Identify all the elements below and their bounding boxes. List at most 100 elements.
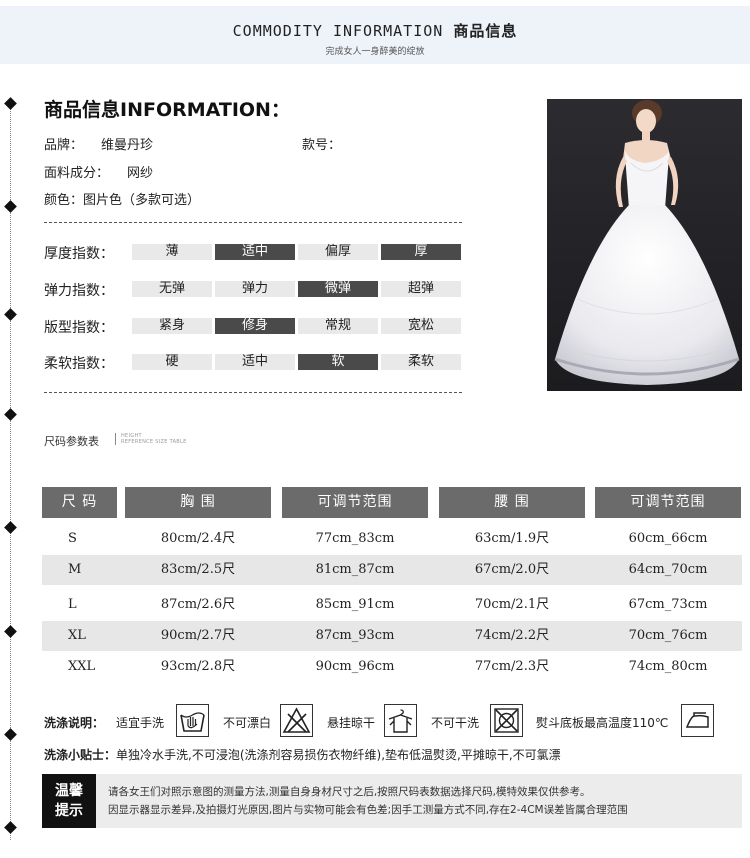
metric-option: 微弹 (298, 281, 378, 297)
table-cell: 80cm/2.4尺 (160, 531, 236, 546)
metric-option: 超弹 (381, 281, 461, 297)
table-cell: 81cm_87cm (315, 562, 395, 577)
diamond-icon (4, 408, 17, 421)
table-header-cell: 胸 围 (125, 487, 271, 518)
table-cell: 60cm_66cm (628, 531, 708, 546)
wash-item-text: 悬挂晾干 (327, 716, 376, 730)
table-row: XL 90cm/2.7尺 87cm_93cm 74cm/2.2尺 70cm_76cm (42, 621, 742, 651)
table-cell: 70cm_76cm (628, 628, 708, 643)
table-row: XXL 93cm/2.8尺 90cm_96cm 77cm/2.3尺 74cm_80cm (42, 652, 742, 682)
diamond-icon (4, 728, 17, 741)
table-cell: 67cm/2.0尺 (474, 562, 550, 577)
diamond-icon (4, 308, 17, 321)
style-label: 款号： (302, 138, 342, 153)
fabric-row: 面料成分： 网纱 (44, 162, 153, 181)
brand-label: 品牌： (44, 138, 84, 153)
banner-title-cn: 商品信息 (453, 22, 518, 40)
fabric-label: 面料成分： (44, 166, 110, 181)
table-cell: M (68, 562, 82, 577)
wash-label: 洗涤说明： (44, 716, 105, 730)
table-cell: 87cm_93cm (315, 628, 395, 643)
table-cell: L (68, 597, 77, 612)
table-cell: XL (68, 628, 86, 643)
size-table-title: 尺码参数表 (44, 435, 99, 448)
color-label: 颜色： (44, 193, 84, 208)
metric-option: 偏厚 (298, 244, 378, 260)
table-cell: 64cm_70cm (628, 562, 708, 577)
notice-box: 温馨 提示 请各女王们对照示意图的测量方法,测量自身身材尺寸之后,按照尺码表数据… (42, 774, 742, 828)
table-row: M 83cm/2.5尺 81cm_87cm 67cm/2.0尺 64cm_70cm (42, 555, 742, 585)
wash-tips: 洗涤小贴士：单独冷水手洗,不可浸泡(洗涤剂容易损伤衣物纤维),垫布低温熨烫,平摊… (44, 746, 561, 763)
table-header-cell: 可调节范围 (595, 487, 741, 518)
table-header-cell: 尺 码 (42, 487, 117, 518)
fabric-value: 网纱 (127, 166, 154, 181)
table-header-cell: 可调节范围 (282, 487, 428, 518)
table-cell: 63cm/1.9尺 (474, 531, 550, 546)
diamond-icon (4, 625, 17, 638)
wash-item-text: 不可干洗 (431, 716, 480, 730)
brand-row: 品牌： 维曼丹珍 (44, 134, 153, 153)
size-subtitle-line2: REFERENCE SIZE TABLE (121, 439, 187, 445)
metric-option: 硬 (132, 354, 212, 370)
notice-line: 因显示器显示差异,及拍摄灯光原因,图片与实物可能会有色差;因手工测量方式不同,存… (108, 804, 628, 816)
table-row: L 87cm/2.6尺 85cm_91cm 70cm/2.1尺 67cm_73cm (42, 590, 742, 620)
divider (44, 222, 462, 223)
metric-label: 弹力指数： (44, 283, 114, 299)
metric-option: 薄 (132, 244, 212, 260)
iron-icon (681, 704, 714, 737)
hand-wash-icon (176, 704, 209, 737)
table-cell: 77cm/2.3尺 (474, 659, 550, 674)
notice-line: 请各女王们对照示意图的测量方法,测量自身身材尺寸之后,按照尺码表数据选择尺码,模… (108, 786, 591, 798)
notice-tag-line1: 温馨 (55, 783, 83, 799)
section-title: 商品信息INFORMATION： (44, 99, 290, 121)
metric-option: 修身 (215, 318, 295, 334)
table-cell: XXL (68, 659, 96, 674)
divider (115, 433, 116, 445)
wash-tips-label: 洗涤小贴士： (44, 748, 117, 762)
metric-option: 宽松 (381, 318, 461, 334)
table-cell: 74cm_80cm (628, 659, 708, 674)
brand-value: 维曼丹珍 (101, 138, 154, 153)
metric-option: 柔软 (381, 354, 461, 370)
table-header-cell: 腰 围 (439, 487, 585, 518)
table-cell: 77cm_83cm (315, 531, 395, 546)
no-bleach-icon (280, 704, 313, 737)
metric-option: 常规 (298, 318, 378, 334)
product-photo (547, 99, 742, 391)
table-cell: 74cm/2.2尺 (474, 628, 550, 643)
metric-option: 无弹 (132, 281, 212, 297)
table-cell: 90cm_96cm (315, 659, 395, 674)
table-cell: 85cm_91cm (315, 597, 395, 612)
banner-title-en: COMMODITY INFORMATION (232, 22, 444, 40)
diamond-icon (4, 821, 17, 834)
hang-dry-icon (384, 704, 417, 737)
metric-label: 厚度指数： (44, 246, 114, 262)
metric-option: 厚 (381, 244, 461, 260)
metric-option: 软 (298, 354, 378, 370)
table-row: S 80cm/2.4尺 77cm_83cm 63cm/1.9尺 60cm_66cm (42, 524, 742, 554)
wash-item-text: 不可漂白 (223, 716, 272, 730)
color-row: 颜色：图片色（多款可选） (44, 189, 200, 208)
color-value: 图片色（多款可选） (83, 193, 201, 208)
diamond-icon (4, 200, 17, 213)
diamond-icon (4, 521, 17, 534)
table-cell: 87cm/2.6尺 (160, 597, 236, 612)
banner-title: COMMODITY INFORMATION 商品信息 (0, 20, 750, 41)
table-cell: 93cm/2.8尺 (160, 659, 236, 674)
metric-option: 紧身 (132, 318, 212, 334)
table-cell: 83cm/2.5尺 (160, 562, 236, 577)
metric-label: 版型指数： (44, 320, 114, 336)
wash-item-text: 适宜手洗 (116, 716, 165, 730)
wedding-dress-image (547, 99, 742, 391)
divider (44, 392, 462, 393)
metric-option: 适中 (215, 244, 295, 260)
metric-option: 适中 (215, 354, 295, 370)
notice-tag: 温馨 提示 (42, 774, 96, 828)
metric-label: 柔软指数： (44, 356, 114, 372)
notice-tag-line2: 提示 (55, 803, 83, 819)
table-cell: 90cm/2.7尺 (160, 628, 236, 643)
banner-subtitle: 完成女人一身醉美的绽放 (325, 47, 425, 57)
diamond-icon (4, 97, 17, 110)
no-dry-clean-icon (490, 704, 523, 737)
table-cell: 70cm/2.1尺 (474, 597, 550, 612)
